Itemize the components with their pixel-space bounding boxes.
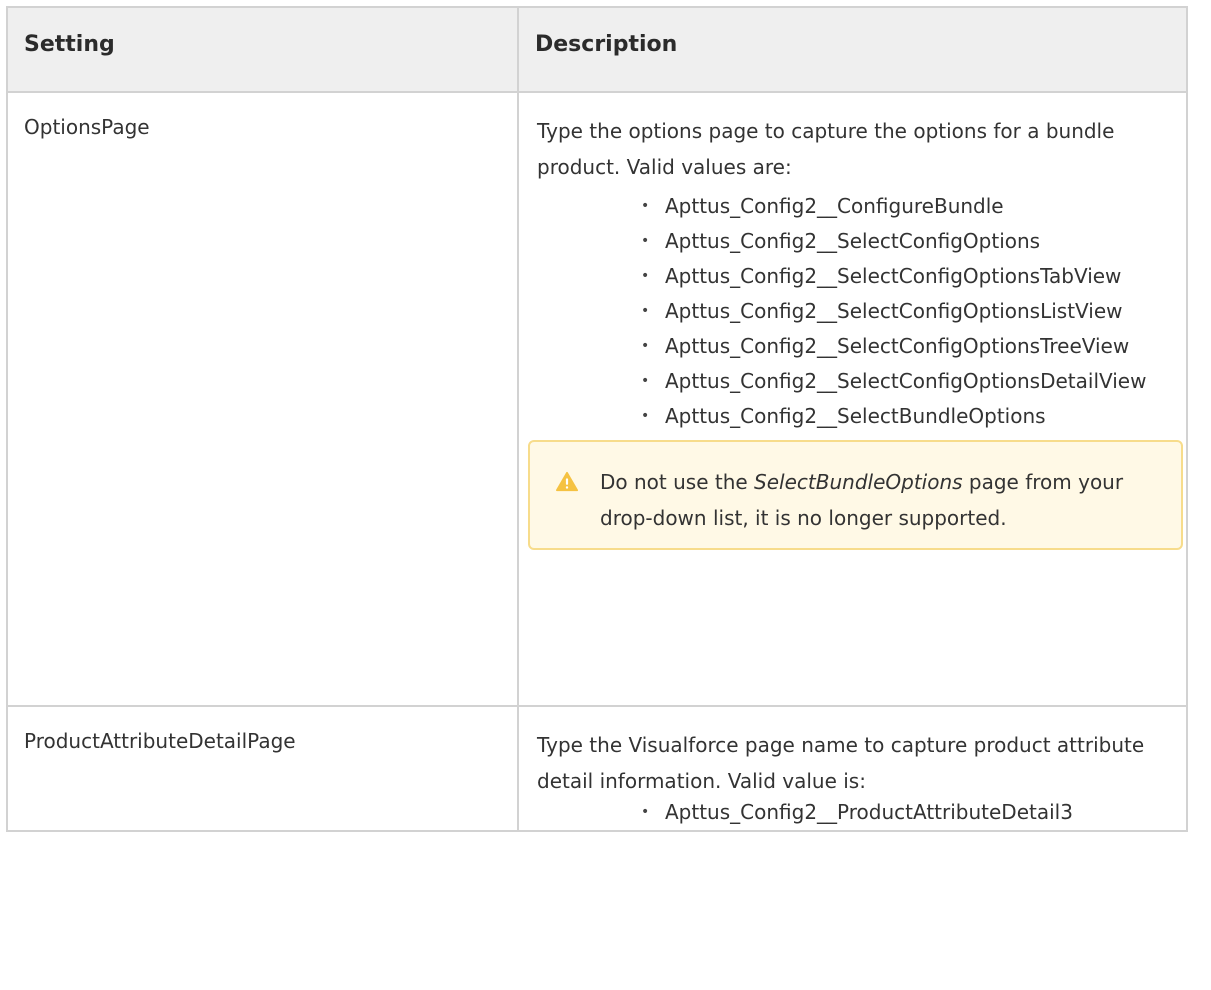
- settings-table: Setting Description OptionsPage Type the…: [6, 6, 1188, 832]
- warning-text: Do not use the SelectBundleOptions page …: [600, 464, 1157, 536]
- table-row: OptionsPage Type the options page to cap…: [6, 91, 1188, 707]
- table-row: ProductAttributeDetailPage Type the Visu…: [6, 705, 1188, 832]
- documentation-page: Setting Description OptionsPage Type the…: [0, 0, 1211, 990]
- column-header-setting: Setting: [6, 6, 519, 93]
- list-item: Apttus_Config2__SelectConfigOptions: [641, 224, 1170, 259]
- list-item: Apttus_Config2__ProductAttributeDetail3: [641, 795, 1170, 830]
- warning-callout: Do not use the SelectBundleOptions page …: [528, 440, 1183, 550]
- warning-text-emphasis: SelectBundleOptions: [754, 470, 963, 494]
- setting-description: Type the Visualforce page name to captur…: [537, 733, 1145, 793]
- setting-name: ProductAttributeDetailPage: [6, 705, 519, 832]
- setting-name: OptionsPage: [6, 91, 519, 707]
- warning-text-before: Do not use the: [600, 470, 755, 494]
- warning-triangle-icon: [556, 471, 578, 492]
- list-item: Apttus_Config2__SelectBundleOptions: [641, 399, 1170, 434]
- setting-description: Type the options page to capture the opt…: [537, 119, 1115, 179]
- list-item: Apttus_Config2__ConfigureBundle: [641, 189, 1170, 224]
- valid-values-list: Apttus_Config2__ConfigureBundle Apttus_C…: [537, 189, 1170, 434]
- list-item: Apttus_Config2__SelectConfigOptionsListV…: [641, 294, 1170, 329]
- setting-description-cell: Type the Visualforce page name to captur…: [517, 705, 1188, 832]
- list-item: Apttus_Config2__SelectConfigOptionsTabVi…: [641, 259, 1170, 294]
- setting-description-cell: Type the options page to capture the opt…: [517, 91, 1188, 707]
- column-header-description: Description: [517, 6, 1188, 93]
- table-header-row: Setting Description: [6, 6, 1188, 93]
- list-item: Apttus_Config2__SelectConfigOptionsTreeV…: [641, 329, 1170, 364]
- list-item: Apttus_Config2__SelectConfigOptionsDetai…: [641, 364, 1170, 399]
- valid-values-list: Apttus_Config2__ProductAttributeDetail3: [537, 795, 1170, 830]
